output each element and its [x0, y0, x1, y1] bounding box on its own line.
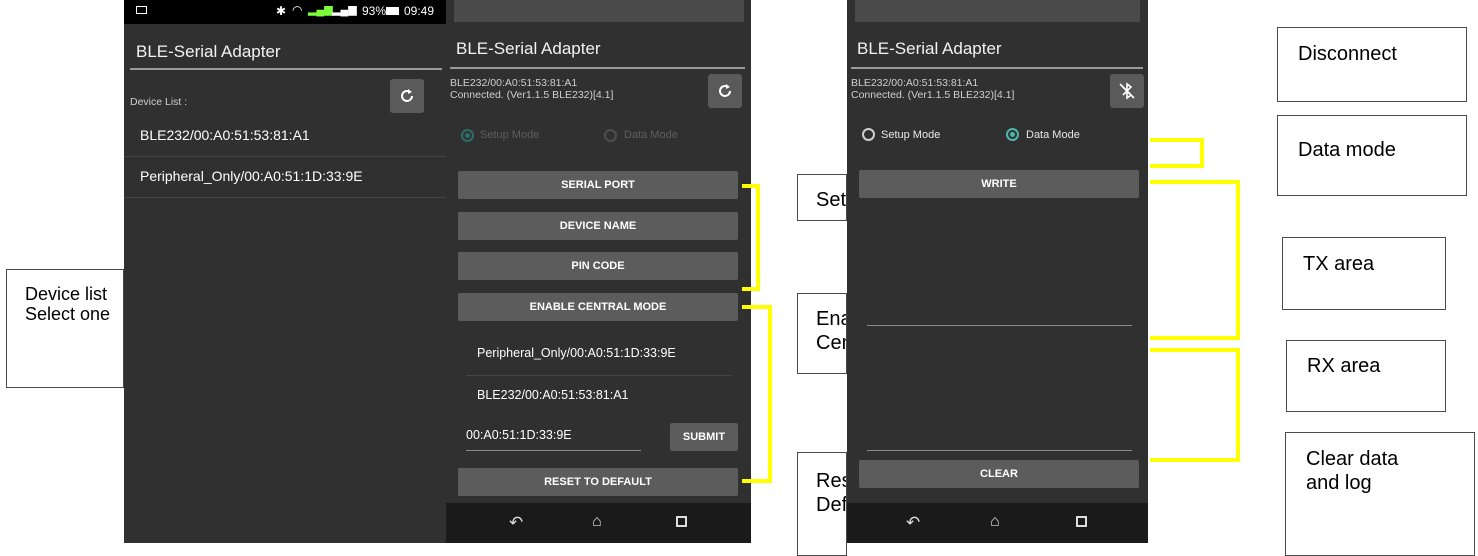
callout-line: and log	[1306, 472, 1372, 494]
submit-button[interactable]: SUBMIT	[670, 423, 738, 451]
home-icon[interactable]: ⌂	[990, 513, 1000, 531]
tx-area-callout: TX area	[1282, 237, 1446, 310]
connection-status: Connected. (Ver1.1.5 BLE232)[4.1]	[851, 89, 1015, 101]
callout-line: Enable	[816, 308, 846, 330]
enable-central-callout: Enable Central	[797, 293, 847, 374]
device-list-callout: Device list Select one	[6, 269, 124, 388]
serial-port-button[interactable]: SERIAL PORT	[458, 171, 738, 199]
title-divider	[450, 67, 745, 69]
battery-icon	[386, 7, 399, 15]
message-icon	[136, 6, 147, 14]
screen-setup-mode: BLE-Serial Adapter BLE232/00:A0:51:53:81…	[446, 0, 751, 543]
callout-line: Device list	[25, 284, 108, 304]
device-name: Peripheral_Only/00:A0:51:1D:33:9E	[140, 168, 363, 184]
refresh-icon	[401, 89, 413, 102]
setup-mode-label: Setup Mode	[480, 129, 540, 141]
setup-callout: Setup	[797, 174, 847, 221]
reset-to-default-button[interactable]: RESET TO DEFAULT	[458, 468, 738, 496]
app-title: BLE-Serial Adapter	[857, 39, 1002, 58]
setup-mode-radio[interactable]	[862, 128, 875, 141]
refresh-button[interactable]	[708, 74, 742, 108]
reset-callout: Reset to Default	[797, 452, 847, 556]
connection-line-1: BLE232/00:A0:51:53:81:A1	[450, 77, 578, 89]
peer-device-item[interactable]: Peripheral_Only/00:A0:51:1D:33:9E	[477, 346, 676, 360]
wifi-icon: ◠	[292, 3, 303, 17]
callout-line: Select one	[25, 304, 111, 324]
title-divider	[851, 67, 1143, 69]
bluetooth-disabled-icon	[1119, 82, 1135, 100]
data-mode-radio[interactable]	[604, 129, 617, 142]
callout-text: Data mode	[1298, 139, 1396, 161]
list-divider	[124, 197, 446, 198]
back-icon[interactable]: ↶	[509, 513, 523, 533]
connection-line-1: BLE232/00:A0:51:53:81:A1	[851, 77, 979, 89]
rx-area-callout: RX area	[1286, 340, 1446, 412]
rx-text-area[interactable]	[867, 330, 1132, 451]
top-remnant	[855, 0, 1140, 22]
back-icon[interactable]: ↶	[906, 513, 920, 533]
list-divider	[466, 375, 731, 376]
device-name-button[interactable]: DEVICE NAME	[458, 212, 738, 240]
disconnect-callout: Disconnect	[1277, 27, 1467, 102]
app-title: BLE-Serial Adapter	[456, 39, 601, 58]
device-list-item[interactable]: BLE232/00:A0:51:53:81:A1	[124, 118, 446, 156]
home-icon[interactable]: ⌂	[592, 513, 602, 531]
callout-text: Setup	[816, 189, 847, 211]
data-mode-callout: Data mode	[1277, 115, 1467, 196]
central-bracket	[742, 305, 772, 483]
pin-code-button[interactable]: PIN CODE	[458, 252, 738, 280]
refresh-icon	[719, 84, 731, 97]
refresh-button[interactable]	[390, 79, 424, 113]
list-divider	[124, 156, 446, 157]
rx-area-bracket	[1150, 348, 1240, 462]
tx-text-area[interactable]	[867, 205, 1132, 326]
clear-callout: Clear data and log	[1285, 432, 1475, 556]
address-input[interactable]: 00:A0:51:1D:33:9E	[466, 428, 641, 451]
tx-area-bracket	[1150, 180, 1240, 340]
device-name: BLE232/00:A0:51:53:81:A1	[140, 127, 310, 143]
signal-icon: ▂▄▆	[308, 4, 333, 16]
disconnect-button[interactable]	[1110, 74, 1144, 108]
recents-icon[interactable]	[676, 516, 687, 527]
setup-mode-radio[interactable]	[461, 129, 474, 142]
battery-percent: 93%	[362, 4, 387, 18]
data-mode-radio[interactable]	[1006, 128, 1019, 141]
write-button[interactable]: WRITE	[859, 170, 1139, 198]
enable-central-mode-button[interactable]: ENABLE CENTRAL MODE	[458, 293, 738, 321]
callout-text: RX area	[1307, 355, 1381, 377]
screen-data-mode: BLE-Serial Adapter BLE232/00:A0:51:53:81…	[847, 0, 1148, 543]
callout-line: Central	[816, 332, 846, 354]
data-mode-bracket	[1150, 138, 1204, 168]
top-remnant	[454, 0, 744, 22]
status-bar: ✱ ◠ ▂▄▆ ▂▄▆ 93% 09:49	[124, 0, 446, 24]
bluetooth-icon: ✱	[276, 4, 287, 18]
navigation-bar: ↶ ⌂	[847, 503, 1148, 543]
navigation-bar: ↶ ⌂	[446, 503, 751, 543]
app-title: BLE-Serial Adapter	[136, 42, 281, 61]
data-mode-label: Data Mode	[1026, 129, 1080, 141]
title-divider	[130, 68, 442, 70]
connection-status: Connected. (Ver1.1.5 BLE232)[4.1]	[450, 89, 614, 101]
callout-line: Clear data	[1306, 448, 1399, 470]
callout-line: Default	[816, 494, 847, 516]
clear-button[interactable]: CLEAR	[859, 460, 1139, 488]
clock: 09:49	[404, 4, 435, 18]
screen-device-list: ✱ ◠ ▂▄▆ ▂▄▆ 93% 09:49 BLE-Serial Adapter…	[124, 0, 446, 543]
callout-line: Reset to	[816, 470, 846, 492]
callout-text: Disconnect	[1298, 43, 1397, 65]
setup-bracket	[742, 184, 760, 291]
recents-icon[interactable]	[1076, 516, 1087, 527]
callout-text: TX area	[1303, 253, 1375, 275]
device-list-label: Device List :	[130, 96, 188, 108]
signal-icon-2: ▂▄▆	[332, 4, 357, 16]
peer-device-item[interactable]: BLE232/00:A0:51:53:81:A1	[477, 388, 629, 402]
data-mode-label: Data Mode	[624, 129, 678, 141]
setup-mode-label: Setup Mode	[881, 129, 941, 141]
device-list-item[interactable]: Peripheral_Only/00:A0:51:1D:33:9E	[124, 158, 446, 196]
